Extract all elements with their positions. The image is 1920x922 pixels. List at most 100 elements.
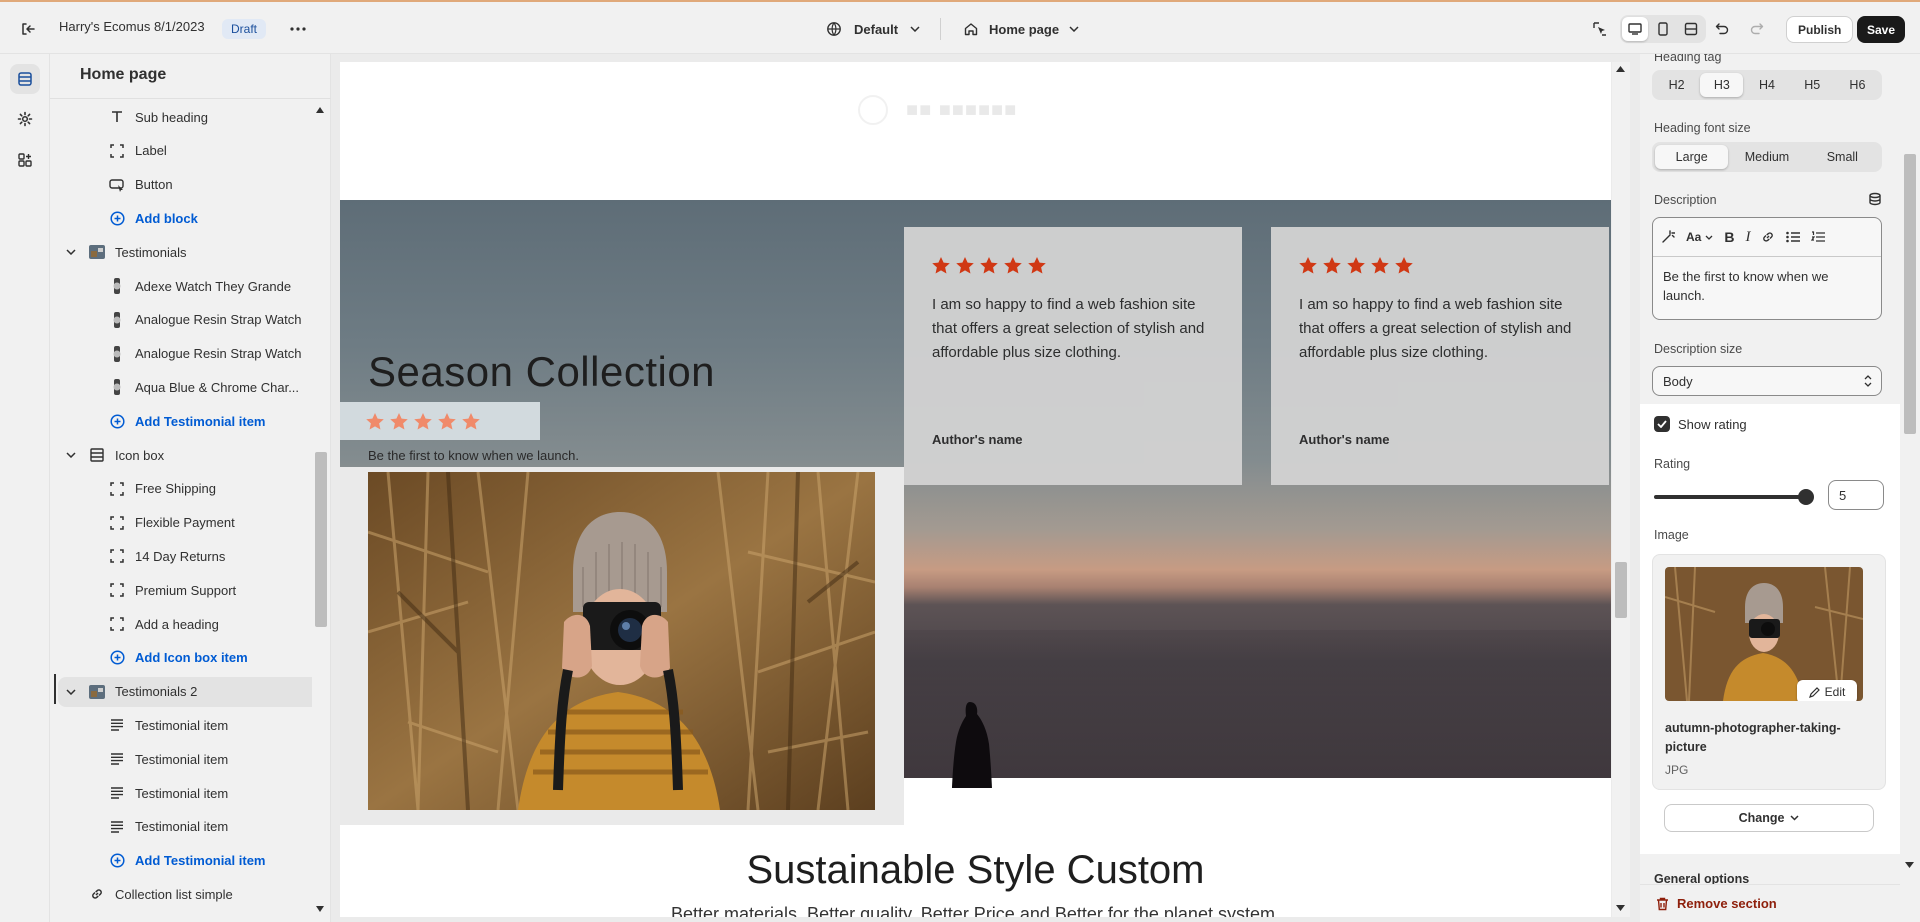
block-row[interactable]: Analogue Resin Strap Watch xyxy=(108,339,312,369)
row-label: Add Icon box item xyxy=(135,650,248,666)
star-icon xyxy=(932,257,950,274)
settings-scrollbar[interactable] xyxy=(1900,54,1920,922)
numbered-list-icon[interactable] xyxy=(1811,231,1826,243)
author-name: Author's name xyxy=(1299,432,1390,447)
change-image-button[interactable]: Change xyxy=(1664,804,1874,832)
image-filename: autumn-photographer-taking-picture xyxy=(1665,721,1841,754)
divider xyxy=(50,98,331,99)
desktop-view-icon[interactable] xyxy=(1622,17,1648,41)
heading-size-option[interactable]: Large xyxy=(1655,145,1729,169)
remove-section-button[interactable]: Remove section xyxy=(1640,884,1900,922)
exit-icon[interactable] xyxy=(16,18,40,40)
mobile-view-icon[interactable] xyxy=(1650,17,1676,41)
star-icon xyxy=(438,412,456,430)
block-row[interactable]: Testimonial item xyxy=(108,744,312,774)
testimonial-card[interactable]: I am so happy to find a web fashion site… xyxy=(904,227,1242,485)
section-row[interactable]: Testimonials xyxy=(64,237,312,267)
inspector-icon[interactable] xyxy=(1588,18,1612,40)
undo-icon[interactable] xyxy=(1710,18,1734,40)
chevron-down-icon[interactable] xyxy=(64,452,78,458)
italic-icon[interactable]: I xyxy=(1745,229,1750,246)
heading-size-option[interactable]: Small xyxy=(1806,145,1879,169)
sidebar-scrollbar[interactable] xyxy=(313,100,327,918)
star-icon xyxy=(1347,257,1365,274)
row-label: Add Testimonial item xyxy=(135,413,266,429)
block-row[interactable]: Aqua Blue & Chrome Char... xyxy=(108,372,312,402)
star-icon xyxy=(980,257,998,274)
star-icon xyxy=(1323,257,1341,274)
magic-wand-icon[interactable] xyxy=(1661,230,1675,244)
save-button[interactable]: Save xyxy=(1857,16,1906,43)
scrollbar-thumb[interactable] xyxy=(1615,562,1627,618)
theme-selector[interactable]: Default xyxy=(826,17,920,41)
block-row[interactable]: Add a heading xyxy=(108,609,312,639)
description-text[interactable]: Be the first to know when we launch. xyxy=(1653,257,1881,315)
description-size-select[interactable]: Body xyxy=(1652,366,1882,396)
more-options-icon[interactable] xyxy=(288,20,308,38)
settings-panel: Heading tag H2 H3 H4 H5 H6 Heading font size… xyxy=(1640,54,1900,922)
dynamic-source-icon[interactable] xyxy=(1868,192,1882,206)
section-row[interactable]: Icon box xyxy=(64,440,312,470)
sections-icon[interactable] xyxy=(10,64,40,94)
heading-tag-option[interactable]: H2 xyxy=(1655,73,1698,97)
image-thumbnail[interactable]: Edit xyxy=(1665,567,1863,701)
rating-slider-track[interactable] xyxy=(1654,495,1804,499)
heading-size-option[interactable]: Medium xyxy=(1730,145,1803,169)
block-row[interactable]: Testimonial item xyxy=(108,710,312,740)
show-rating-checkbox[interactable] xyxy=(1654,416,1670,432)
block-row[interactable]: Label xyxy=(108,136,312,166)
heading-tag-option[interactable]: H5 xyxy=(1791,73,1834,97)
block-row[interactable]: Premium Support xyxy=(108,575,312,605)
chevron-down-icon[interactable] xyxy=(64,249,78,256)
add-item-link[interactable]: Add block xyxy=(108,203,312,233)
row-label: Add Testimonial item xyxy=(135,853,266,869)
publish-button[interactable]: Publish xyxy=(1786,16,1854,43)
block-row[interactable]: Adexe Watch They Grande xyxy=(108,271,312,301)
heading-tag-option[interactable]: H4 xyxy=(1745,73,1788,97)
chevron-down-icon[interactable] xyxy=(64,689,78,695)
preview-canvas[interactable]: ■■ ■■■■■■ I am so happy to find a web fa… xyxy=(340,62,1611,917)
rating-slider-handle[interactable] xyxy=(1798,489,1814,505)
block-row[interactable]: Button xyxy=(108,170,312,200)
block-row[interactable]: Flexible Payment xyxy=(108,508,312,538)
row-label: Add a heading xyxy=(135,616,219,632)
link-icon[interactable] xyxy=(1761,230,1775,244)
block-row[interactable]: Free Shipping xyxy=(108,474,312,504)
star-icon xyxy=(390,412,408,430)
layout-icon xyxy=(88,446,106,464)
bold-icon[interactable]: B xyxy=(1724,229,1734,245)
block-row[interactable]: 14 Day Returns xyxy=(108,541,312,571)
add-item-link[interactable]: Add Testimonial item xyxy=(108,406,312,436)
description-editor[interactable]: Aa B I Be the first to know when we laun… xyxy=(1652,217,1882,320)
block-row[interactable]: Analogue Resin Strap Watch xyxy=(108,305,312,335)
block-row[interactable]: Sub heading xyxy=(108,102,312,132)
image-picker: Edit autumn-photographer-taking-picture … xyxy=(1652,554,1886,790)
scrollbar-thumb[interactable] xyxy=(315,452,327,627)
page-selector[interactable]: Home page xyxy=(963,17,1079,41)
fullscreen-view-icon[interactable] xyxy=(1678,17,1704,41)
rating-input[interactable]: 5 xyxy=(1828,480,1884,510)
text-style-icon[interactable]: Aa xyxy=(1686,230,1713,244)
hero-description: Be the first to know when we launch. xyxy=(368,448,580,463)
scrollbar-thumb[interactable] xyxy=(1904,154,1916,434)
section-row[interactable]: Collection list simple xyxy=(64,879,312,909)
canvas-scrollbar[interactable] xyxy=(1612,62,1630,917)
add-item-link[interactable]: Add Icon box item xyxy=(108,643,312,673)
testimonial-card[interactable]: I am so happy to find a web fashion site… xyxy=(1271,227,1609,485)
block-icon xyxy=(108,514,126,532)
settings-gear-icon[interactable] xyxy=(10,104,40,134)
bulleted-list-icon[interactable] xyxy=(1786,231,1801,243)
heading-tag-option[interactable]: H3 xyxy=(1700,73,1744,97)
row-label: Add block xyxy=(135,210,198,226)
section-row[interactable]: Testimonials 2 xyxy=(58,676,312,707)
block-row[interactable]: Testimonial item xyxy=(108,778,312,808)
block-row[interactable]: Testimonial item xyxy=(108,812,312,842)
apps-icon[interactable] xyxy=(10,145,40,175)
photographer-image[interactable] xyxy=(368,472,875,810)
redo-icon[interactable] xyxy=(1745,18,1769,40)
lines-icon xyxy=(108,750,126,768)
heading-tag-option[interactable]: H6 xyxy=(1836,73,1879,97)
add-item-link[interactable]: Add Testimonial item xyxy=(108,846,312,876)
edit-image-button[interactable]: Edit xyxy=(1797,680,1857,701)
row-label: Collection list simple xyxy=(115,886,233,902)
